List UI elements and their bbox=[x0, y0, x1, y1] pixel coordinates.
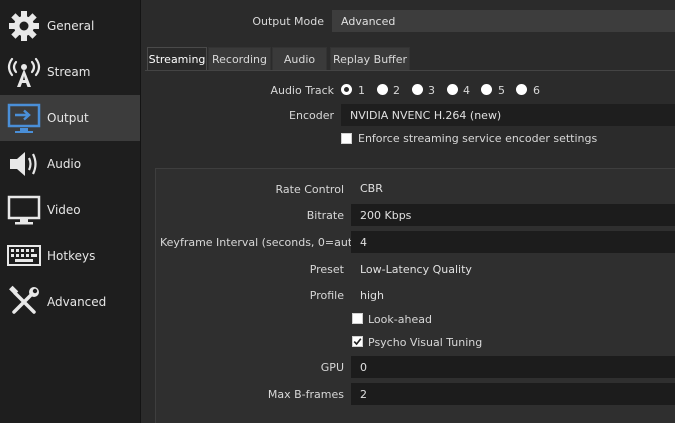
audio-track-radio-2[interactable] bbox=[377, 84, 388, 95]
gpu-value: 0 bbox=[360, 360, 367, 374]
audio-track-radio-1[interactable] bbox=[341, 84, 352, 95]
bitrate-label: Bitrate bbox=[306, 209, 344, 222]
max-b-frames-label: Max B-frames bbox=[267, 388, 344, 401]
tab-label: Recording bbox=[211, 52, 268, 66]
tab-replay-buffer[interactable]: Replay Buffer bbox=[330, 47, 410, 71]
enforce-settings-checkbox[interactable] bbox=[341, 133, 352, 144]
tools-icon bbox=[6, 284, 42, 320]
sidebar-item-label: General bbox=[47, 19, 95, 33]
profile-select[interactable]: high bbox=[351, 284, 675, 306]
encoder-value: NVIDIA NVENC H.264 (new) bbox=[350, 108, 502, 122]
rate-control-select[interactable]: CBR bbox=[351, 177, 675, 199]
bitrate-value: 200 Kbps bbox=[360, 208, 412, 222]
output-mode-value: Advanced bbox=[341, 14, 396, 28]
psycho-visual-tuning-label: Psycho Visual Tuning bbox=[368, 336, 483, 349]
audio-track-radio-3[interactable] bbox=[412, 84, 423, 95]
tab-label: Streaming bbox=[148, 52, 206, 66]
tab-label: Replay Buffer bbox=[332, 52, 408, 66]
tab-streaming[interactable]: Streaming bbox=[147, 47, 207, 71]
gear-icon bbox=[6, 8, 42, 44]
sidebar-item-output[interactable]: Output bbox=[0, 95, 140, 141]
max-b-frames-spinbox[interactable]: 2 bbox=[351, 383, 675, 405]
settings-sidebar: General Stream Output Audio Video Hotkey… bbox=[0, 0, 141, 423]
audio-track-radio-label: 4 bbox=[463, 84, 470, 97]
audio-track-radio-label: 5 bbox=[498, 84, 505, 97]
tab-audio[interactable]: Audio bbox=[272, 47, 327, 71]
audio-track-radio-label: 1 bbox=[358, 84, 365, 97]
gpu-label: GPU bbox=[320, 361, 344, 374]
tab-label: Audio bbox=[283, 52, 316, 66]
keyboard-icon bbox=[6, 238, 42, 274]
preset-value: Low-Latency Quality bbox=[360, 262, 472, 276]
sidebar-item-label: Stream bbox=[47, 65, 91, 79]
profile-label: Profile bbox=[309, 289, 344, 302]
keyframe-interval-label: Keyframe Interval (seconds, 0=auto) bbox=[160, 236, 364, 249]
sidebar-item-label: Hotkeys bbox=[47, 249, 96, 263]
monitor-icon bbox=[6, 192, 42, 228]
lookahead-checkbox[interactable] bbox=[352, 313, 363, 324]
sidebar-item-label: Video bbox=[47, 203, 81, 217]
output-mode-select[interactable]: Advanced bbox=[332, 10, 675, 32]
monitor-output-icon bbox=[6, 100, 42, 136]
audio-track-radio-label: 6 bbox=[533, 84, 540, 97]
sidebar-item-general[interactable]: General bbox=[0, 3, 140, 49]
sidebar-item-label: Audio bbox=[47, 157, 82, 171]
keyframe-interval-value: 4 bbox=[360, 235, 367, 249]
preset-select[interactable]: Low-Latency Quality bbox=[351, 258, 675, 280]
encoder-select[interactable]: NVIDIA NVENC H.264 (new) bbox=[341, 104, 675, 126]
tab-divider bbox=[145, 70, 675, 71]
speaker-icon bbox=[6, 146, 42, 182]
rate-control-label: Rate Control bbox=[275, 183, 344, 196]
tab-recording[interactable]: Recording bbox=[208, 47, 271, 71]
sidebar-item-audio[interactable]: Audio bbox=[0, 141, 140, 187]
broadcast-antenna-icon bbox=[6, 54, 42, 90]
gpu-spinbox[interactable]: 0 bbox=[351, 356, 675, 378]
preset-label: Preset bbox=[309, 263, 344, 276]
enforce-settings-label: Enforce streaming service encoder settin… bbox=[358, 132, 598, 145]
audio-track-radio-4[interactable] bbox=[447, 84, 458, 95]
encoder-label: Encoder bbox=[289, 109, 334, 122]
audio-track-radio-label: 3 bbox=[428, 84, 435, 97]
sidebar-item-label: Output bbox=[47, 111, 89, 125]
sidebar-item-video[interactable]: Video bbox=[0, 187, 140, 233]
audio-track-radio-5[interactable] bbox=[481, 84, 492, 95]
max-b-frames-value: 2 bbox=[360, 387, 367, 401]
bitrate-spinbox[interactable]: 200 Kbps bbox=[351, 204, 675, 226]
audio-track-label: Audio Track bbox=[270, 84, 334, 97]
sidebar-item-stream[interactable]: Stream bbox=[0, 49, 140, 95]
output-mode-label: Output Mode bbox=[252, 15, 324, 28]
sidebar-item-advanced[interactable]: Advanced bbox=[0, 279, 140, 325]
sidebar-item-label: Advanced bbox=[47, 295, 107, 309]
checkmark-icon bbox=[353, 338, 362, 346]
audio-track-radio-6[interactable] bbox=[516, 84, 527, 95]
psycho-visual-tuning-checkbox[interactable] bbox=[352, 336, 363, 347]
profile-value: high bbox=[360, 288, 384, 302]
keyframe-interval-spinbox[interactable]: 4 bbox=[351, 231, 675, 253]
sidebar-item-hotkeys[interactable]: Hotkeys bbox=[0, 233, 140, 279]
rate-control-value: CBR bbox=[360, 181, 383, 195]
audio-track-radio-label: 2 bbox=[393, 84, 400, 97]
lookahead-label: Look-ahead bbox=[368, 313, 432, 326]
